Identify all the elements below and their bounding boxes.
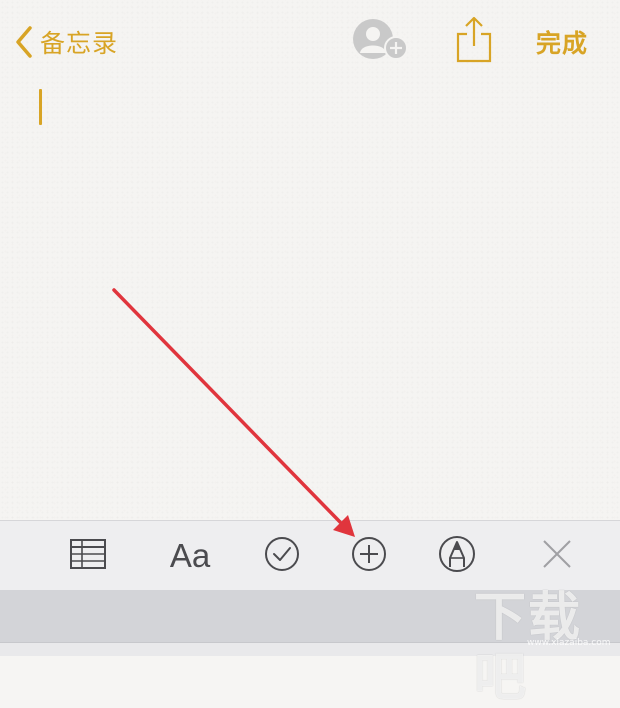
add-person-icon bbox=[351, 19, 411, 69]
navigation-bar: 备忘录 完成 bbox=[0, 0, 620, 85]
add-attachment-button[interactable] bbox=[348, 535, 390, 577]
note-editor[interactable] bbox=[0, 85, 620, 520]
formatting-toolbar: Aa bbox=[0, 520, 620, 591]
text-cursor bbox=[39, 89, 42, 125]
back-button[interactable]: 备忘录 bbox=[14, 22, 118, 62]
back-label: 备忘录 bbox=[40, 29, 119, 58]
chevron-left-icon bbox=[14, 25, 34, 59]
done-button[interactable]: 完成 bbox=[536, 24, 588, 60]
add-collaborator-button[interactable] bbox=[351, 17, 411, 65]
share-button[interactable] bbox=[454, 15, 494, 65]
share-icon bbox=[454, 16, 494, 69]
checklist-button[interactable] bbox=[261, 535, 303, 577]
table-icon bbox=[69, 538, 107, 574]
markup-pen-icon bbox=[437, 534, 477, 578]
watermark-logo: 下载吧 bbox=[474, 588, 583, 708]
format-button[interactable]: Aa bbox=[164, 535, 216, 577]
watermark-url: www.xiazaiba.com bbox=[527, 638, 611, 648]
text-format-icon: Aa bbox=[169, 537, 211, 574]
table-button[interactable] bbox=[67, 535, 109, 577]
close-icon bbox=[541, 538, 573, 574]
close-toolbar-button[interactable] bbox=[536, 535, 578, 577]
markup-button[interactable] bbox=[436, 535, 478, 577]
plus-circle-icon bbox=[350, 535, 388, 577]
checklist-icon bbox=[263, 535, 301, 577]
